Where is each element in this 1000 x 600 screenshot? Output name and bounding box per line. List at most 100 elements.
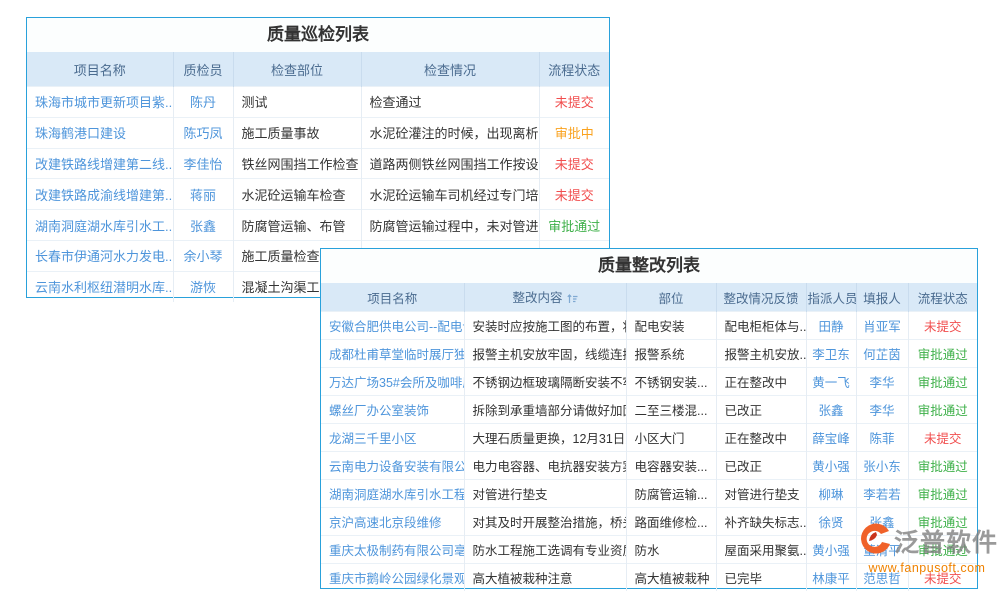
- content-cell: 对管进行垫支: [473, 488, 548, 502]
- project-link[interactable]: 改建铁路线增建第二线...: [35, 157, 173, 172]
- project-link[interactable]: 万达广场35#会所及咖啡厅空...: [329, 376, 464, 390]
- status-badge: 未提交: [924, 432, 962, 446]
- inspector-link[interactable]: 陈丹: [190, 95, 216, 110]
- feedback-cell: 正在整改中: [725, 376, 788, 390]
- project-link[interactable]: 京沪高速北京段维修: [329, 516, 442, 530]
- inspector-link[interactable]: 陈巧凤: [183, 126, 222, 141]
- status-badge: 审批通过: [918, 404, 968, 418]
- inspector-link[interactable]: 余小琴: [183, 249, 222, 264]
- assignee-link[interactable]: 李卫东: [812, 348, 850, 362]
- content-cell: 大理石质量更换，12月31日之...: [473, 432, 627, 446]
- col-header-project: 项目名称: [27, 52, 173, 87]
- page: 质量巡检列表 项目名称 质检员 检查部位 检查情况 流程状态 珠海市城市更新项目…: [0, 0, 1000, 600]
- table-row: 改建铁路线增建第二线...李佳怡铁丝网围挡工作检查道路两侧铁丝网围挡工作按设计.…: [27, 148, 609, 179]
- assignee-link[interactable]: 黄小强: [812, 460, 850, 474]
- inspection-table-title: 质量巡检列表: [27, 18, 609, 52]
- col-header-label: 流程状态: [548, 63, 600, 78]
- project-link[interactable]: 云南水利枢纽潜明水库...: [35, 280, 173, 295]
- project-link[interactable]: 珠海鹤港口建设: [35, 126, 126, 141]
- part-cell: 施工质量事故: [242, 126, 320, 141]
- assignee-link[interactable]: 黄一飞: [812, 376, 850, 390]
- reporter-link[interactable]: 董清平: [863, 544, 901, 558]
- reporter-link[interactable]: 张鑫: [869, 516, 894, 530]
- status-badge: 未提交: [555, 188, 594, 203]
- table-row: 湖南洞庭湖水库引水工...张鑫防腐管运输、布管防腐管运输过程中，未对管进行...…: [27, 210, 609, 241]
- reporter-link[interactable]: 何芷茵: [863, 348, 901, 362]
- col-header-label: 部位: [658, 292, 683, 306]
- assignee-link[interactable]: 张鑫: [818, 404, 843, 418]
- reporter-link[interactable]: 李华: [869, 376, 894, 390]
- content-cell: 安装时应按施工图的布置，将...: [473, 320, 627, 334]
- assignee-link[interactable]: 田静: [818, 320, 843, 334]
- project-link[interactable]: 湖南洞庭湖水库引水工程施工I标: [329, 488, 464, 502]
- table-row: 京沪高速北京段维修对其及时开展整治措施，桥头...路面维修检...补齐缺失标志.…: [321, 508, 977, 536]
- part-cell: 二至三楼混...: [635, 404, 708, 418]
- table-row: 珠海市城市更新项目紫...陈丹测试检查通过未提交: [27, 87, 609, 118]
- assignee-link[interactable]: 徐贤: [818, 516, 843, 530]
- content-cell: 不锈钢边框玻璃隔断安装不牢...: [473, 376, 627, 390]
- part-cell: 混凝土沟渠工: [242, 280, 320, 295]
- col-header-label: 质检员: [183, 63, 222, 78]
- assignee-link[interactable]: 林康平: [812, 572, 850, 586]
- status-badge: 审批通过: [918, 488, 968, 502]
- project-link[interactable]: 长春市伊通河水力发电...: [35, 249, 173, 264]
- reporter-link[interactable]: 李若若: [863, 488, 901, 502]
- feedback-cell: 报警主机安放...: [725, 348, 807, 362]
- situation-cell: 检查通过: [370, 95, 422, 110]
- part-cell: 水泥砼运输车检查: [242, 188, 346, 203]
- project-link[interactable]: 湖南洞庭湖水库引水工...: [35, 219, 173, 234]
- content-cell: 拆除到承重墙部分请做好加固...: [473, 404, 627, 418]
- project-link[interactable]: 改建铁路成渝线增建第...: [35, 188, 173, 203]
- table-row: 云南电力设备安装有限公司20...电力电容器、电抗器安装方案,...电容器安装.…: [321, 452, 977, 480]
- rectification-table: 项目名称 整改内容 部位 整改情况反馈 指派人员 填报人 流程状态 安徽合肥供电…: [321, 283, 977, 591]
- inspector-link[interactable]: 蒋丽: [190, 188, 216, 203]
- col-header-label: 指派人员: [808, 292, 857, 306]
- inspection-header-row: 项目名称 质检员 检查部位 检查情况 流程状态: [27, 52, 609, 87]
- col-header-inspector: 质检员: [173, 52, 233, 87]
- project-link[interactable]: 成都杜甫草堂临时展厅独立展...: [329, 348, 464, 362]
- reporter-link[interactable]: 范思哲: [863, 572, 901, 586]
- project-link[interactable]: 龙湖三千里小区: [329, 432, 417, 446]
- status-badge: 未提交: [555, 95, 594, 110]
- feedback-cell: 已改正: [725, 404, 763, 418]
- inspector-link[interactable]: 张鑫: [190, 219, 216, 234]
- project-link[interactable]: 重庆太极制药有限公司亳州中...: [329, 544, 464, 558]
- part-cell: 不锈钢安装...: [635, 376, 708, 390]
- part-cell: 电容器安装...: [635, 460, 708, 474]
- col-header-label: 检查部位: [271, 63, 323, 78]
- col-header-project: 项目名称: [321, 283, 464, 312]
- feedback-cell: 已改正: [725, 460, 763, 474]
- col-header-situation: 检查情况: [361, 52, 539, 87]
- inspector-link[interactable]: 李佳怡: [183, 157, 222, 172]
- part-cell: 施工质量检查: [242, 249, 320, 264]
- feedback-cell: 屋面采用聚氨...: [725, 544, 807, 558]
- table-row: 成都杜甫草堂临时展厅独立展...报警主机安放牢固，线缆连接...报警系统报警主机…: [321, 340, 977, 368]
- project-link[interactable]: 安徽合肥供电公司--配电设备...: [329, 320, 464, 334]
- feedback-cell: 对管进行垫支: [725, 488, 800, 502]
- reporter-link[interactable]: 李华: [869, 404, 894, 418]
- status-badge: 审批通过: [918, 460, 968, 474]
- sort-ascending-icon[interactable]: [567, 293, 578, 307]
- project-link[interactable]: 珠海市城市更新项目紫...: [35, 95, 173, 110]
- reporter-link[interactable]: 肖亚军: [863, 320, 901, 334]
- inspector-link[interactable]: 游恢: [190, 280, 216, 295]
- reporter-link[interactable]: 张小东: [863, 460, 901, 474]
- status-badge: 审批中: [555, 126, 594, 141]
- part-cell: 防腐管运输、布管: [242, 219, 346, 234]
- part-cell: 铁丝网围挡工作检查: [242, 157, 359, 172]
- assignee-link[interactable]: 黄小强: [812, 544, 850, 558]
- reporter-link[interactable]: 陈菲: [869, 432, 894, 446]
- table-row: 湖南洞庭湖水库引水工程施工I标对管进行垫支防腐管运输...对管进行垫支柳琳李若若…: [321, 480, 977, 508]
- project-link[interactable]: 云南电力设备安装有限公司20...: [329, 460, 464, 474]
- part-cell: 报警系统: [635, 348, 685, 362]
- project-link[interactable]: 螺丝厂办公室装饰: [329, 404, 429, 418]
- status-badge: 审批通过: [918, 376, 968, 390]
- col-header-label: 检查情况: [424, 63, 476, 78]
- project-link[interactable]: 重庆市鹅岭公园绿化景观提升...: [329, 572, 464, 586]
- assignee-link[interactable]: 薛宝峰: [812, 432, 850, 446]
- assignee-link[interactable]: 柳琳: [818, 488, 843, 502]
- col-header-reporter: 填报人: [856, 283, 908, 312]
- status-badge: 审批通过: [918, 516, 968, 530]
- rectification-header-row: 项目名称 整改内容 部位 整改情况反馈 指派人员 填报人 流程状态: [321, 283, 977, 312]
- feedback-cell: 正在整改中: [725, 432, 788, 446]
